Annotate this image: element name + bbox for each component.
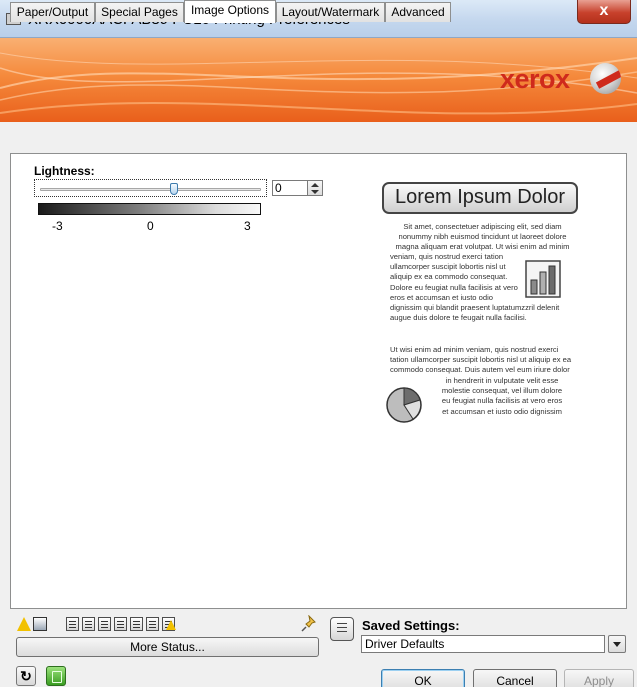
cancel-button[interactable]: Cancel bbox=[473, 669, 557, 687]
preview-line: Ut wisi enim ad minim veniam, quis nostr… bbox=[390, 345, 559, 354]
preview-line: eu feugiat nulla facilisis at vero eros bbox=[441, 396, 563, 406]
xerox-logo-icon bbox=[590, 63, 621, 94]
tray-5-icon[interactable] bbox=[130, 617, 143, 631]
apply-button[interactable]: Apply bbox=[564, 669, 634, 687]
tray-4-icon[interactable] bbox=[114, 617, 127, 631]
scale-min-label: -3 bbox=[52, 219, 63, 233]
tray-2-icon[interactable] bbox=[82, 617, 95, 631]
tab-image-options[interactable]: Image Options bbox=[184, 0, 276, 23]
pie-chart-icon bbox=[386, 387, 422, 423]
saved-settings-icon[interactable] bbox=[330, 617, 354, 641]
printer-status-icon[interactable] bbox=[33, 617, 47, 631]
bar-chart-icon bbox=[525, 260, 561, 298]
tray-3-icon[interactable] bbox=[98, 617, 111, 631]
lightness-slider[interactable] bbox=[34, 179, 267, 197]
pin-icon[interactable] bbox=[300, 615, 318, 633]
preview-line: tation ullamcorper suscipit lobortis nis… bbox=[390, 355, 572, 365]
refresh-icon[interactable]: ↻ bbox=[16, 666, 36, 686]
saved-settings-label: Saved Settings: bbox=[362, 618, 460, 633]
close-button[interactable]: x bbox=[577, 0, 631, 24]
lightness-gradient-bar bbox=[38, 203, 261, 215]
preview-paragraph-2: Ut wisi enim ad minim veniam, quis nostr… bbox=[390, 345, 571, 376]
lightness-slider-thumb[interactable] bbox=[169, 183, 178, 195]
chevron-down-icon[interactable] bbox=[608, 635, 626, 653]
scale-max-label: 3 bbox=[244, 219, 251, 233]
preview-paragraph-1a: Sit amet, consectetuer adipiscing elit, … bbox=[390, 222, 575, 253]
spin-down-icon[interactable] bbox=[311, 190, 319, 194]
preview-line: augue duis dolore te feugait nulla facil… bbox=[390, 313, 527, 323]
preview-line: et accumsan et iusto odio dignissim bbox=[442, 406, 562, 416]
tab-special-pages[interactable]: Special Pages bbox=[95, 2, 184, 22]
xerox-banner: xerox bbox=[0, 38, 637, 122]
preview-line: in hendrerit in vulputate velit esse bbox=[445, 376, 559, 385]
tab-paper-output[interactable]: Paper/Output bbox=[10, 2, 95, 22]
earth-smart-icon[interactable] bbox=[46, 666, 66, 686]
scale-mid-label: 0 bbox=[147, 219, 154, 233]
tray-warning-icon bbox=[166, 620, 176, 630]
tray-6-icon[interactable] bbox=[146, 617, 159, 631]
tab-layout-watermark[interactable]: Layout/Watermark bbox=[276, 2, 385, 22]
preview-line: nonummy nibh euismod tincidunt ut laoree… bbox=[398, 232, 567, 242]
preview-title: Lorem Ipsum Dolor bbox=[382, 182, 578, 214]
tab-advanced[interactable]: Advanced bbox=[385, 2, 451, 22]
spin-up-icon[interactable] bbox=[311, 183, 319, 187]
lightness-slider-track bbox=[40, 188, 261, 191]
xerox-logo-text: xerox bbox=[500, 64, 570, 94]
saved-settings-select[interactable]: Driver Defaults bbox=[361, 635, 605, 653]
preview-line: dignissim qui blandit praesent luptatumz… bbox=[390, 303, 560, 313]
more-status-button[interactable]: More Status... bbox=[16, 637, 319, 657]
lightness-spinner[interactable] bbox=[308, 180, 323, 196]
preview-line: commodo consequat. Duis autem vel eum ir… bbox=[390, 365, 570, 375]
lightness-value-input[interactable]: 0 bbox=[272, 180, 308, 196]
warning-icon[interactable] bbox=[17, 617, 31, 631]
preview-paragraph-3: in hendrerit in vulputate velit esse mol… bbox=[432, 376, 572, 417]
ok-button[interactable]: OK bbox=[381, 669, 465, 687]
preview-line: molestie consequat, vel illum dolore bbox=[441, 386, 563, 396]
lightness-label: Lightness: bbox=[34, 164, 95, 178]
tray-1-icon[interactable] bbox=[66, 617, 79, 631]
preview-line: Sit amet, consectetuer adipiscing elit, … bbox=[403, 222, 562, 231]
